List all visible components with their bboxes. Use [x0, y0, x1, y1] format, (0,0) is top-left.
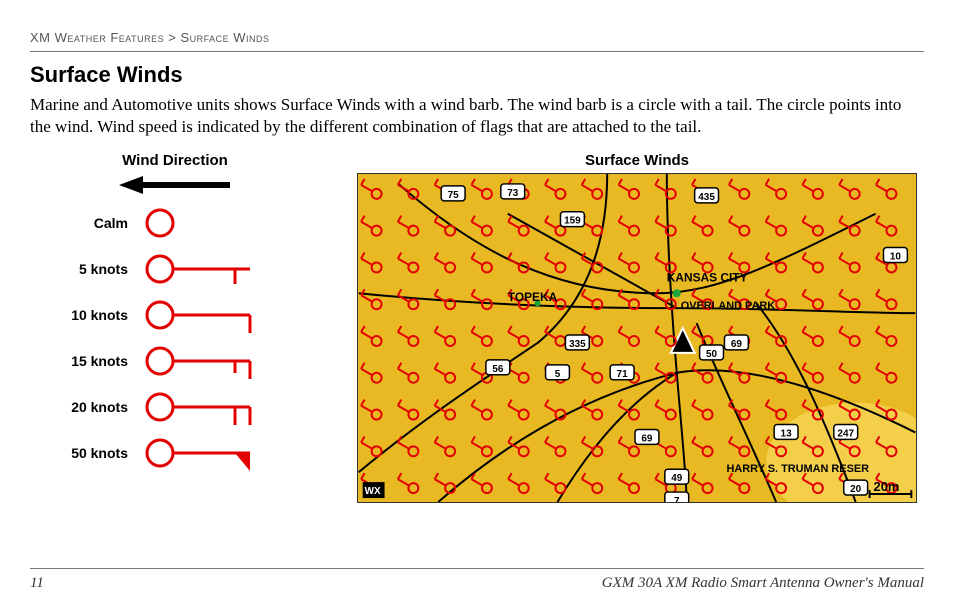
legend-row-5: 5 knots — [30, 251, 320, 287]
map-title: Surface Winds — [585, 152, 689, 169]
svg-text:69: 69 — [731, 339, 743, 350]
city-label: OVERLAND PARK — [681, 300, 776, 312]
breadcrumb-page: Surface Winds — [180, 30, 269, 45]
legend-row-20: 20 knots — [30, 389, 320, 425]
svg-text:335: 335 — [569, 339, 586, 350]
wind-barb-5-icon — [140, 251, 320, 287]
footer: 11 GXM 30A XM Radio Smart Antenna Owner'… — [30, 568, 924, 592]
svg-text:247: 247 — [837, 429, 854, 440]
wind-barb-15-icon — [140, 343, 320, 379]
svg-text:49: 49 — [671, 473, 683, 484]
wind-barb-calm-icon — [140, 205, 320, 241]
wind-barb-50-icon — [140, 435, 320, 471]
page-number: 11 — [30, 575, 44, 592]
legend-label: 50 knots — [30, 445, 140, 461]
legend-label: 10 knots — [30, 307, 140, 323]
section-title: Surface Winds — [30, 62, 924, 88]
breadcrumb-sep: > — [164, 30, 180, 45]
svg-text:5: 5 — [555, 369, 561, 380]
legend-row-15: 15 knots — [30, 343, 320, 379]
svg-text:69: 69 — [641, 434, 653, 445]
arrow-left-icon — [115, 173, 235, 197]
legend-label: 5 knots — [30, 261, 140, 277]
svg-text:435: 435 — [698, 192, 715, 203]
scale-label: 20m — [874, 479, 900, 494]
divider-top — [30, 51, 924, 52]
svg-text:75: 75 — [448, 190, 460, 201]
svg-text:WX: WX — [365, 486, 381, 497]
map-column: Surface Winds — [350, 152, 924, 503]
legend-label: Calm — [30, 215, 140, 231]
city-label: HARRY S. TRUMAN RESER — [726, 463, 869, 475]
body-text: Marine and Automotive units shows Surfac… — [30, 94, 924, 138]
svg-text:13: 13 — [781, 429, 793, 440]
svg-text:56: 56 — [492, 364, 504, 375]
content-row: Wind Direction Calm 5 knots 10 knots — [30, 152, 924, 503]
svg-text:7: 7 — [674, 496, 680, 502]
wx-icon: WX — [363, 482, 385, 498]
svg-text:71: 71 — [617, 369, 629, 380]
breadcrumb: XM Weather Features > Surface Winds — [30, 30, 924, 45]
city-label: TOPEKA — [508, 290, 558, 304]
svg-text:20: 20 — [850, 484, 862, 495]
map-screenshot: 75 73 159 435 10 335 56 5 71 50 69 69 49 7 13 247 20 TOP… — [357, 173, 917, 503]
legend-label: 20 knots — [30, 399, 140, 415]
svg-text:50: 50 — [706, 349, 718, 360]
divider-bottom — [30, 568, 924, 569]
svg-text:159: 159 — [564, 216, 581, 227]
wind-barb-10-icon — [140, 297, 320, 333]
svg-text:10: 10 — [890, 252, 902, 263]
legend-column: Wind Direction Calm 5 knots 10 knots — [30, 152, 320, 503]
legend-row-10: 10 knots — [30, 297, 320, 333]
svg-text:73: 73 — [507, 188, 519, 199]
legend-row-50: 50 knots — [30, 435, 320, 471]
legend-row-calm: Calm — [30, 205, 320, 241]
legend-label: 15 knots — [30, 353, 140, 369]
legend-title: Wind Direction — [122, 152, 228, 169]
breadcrumb-section: XM Weather Features — [30, 30, 164, 45]
wind-barb-20-icon — [140, 389, 320, 425]
city-label: KANSAS CITY — [667, 271, 748, 285]
map-svg: 75 73 159 435 10 335 56 5 71 50 69 69 49 7 13 247 20 TOP… — [358, 174, 916, 502]
manual-title: GXM 30A XM Radio Smart Antenna Owner's M… — [602, 575, 924, 592]
